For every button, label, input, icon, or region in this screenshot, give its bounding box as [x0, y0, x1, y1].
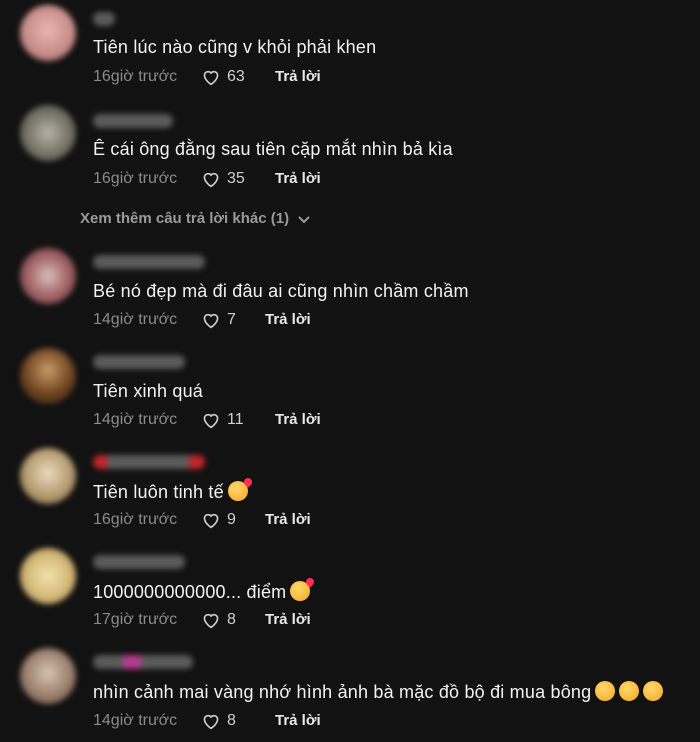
reply-button[interactable]: Trả lời [265, 311, 311, 328]
like-count: 7 [227, 311, 236, 328]
comment-meta: 16giờ trước 63 Trả lời [93, 68, 493, 90]
username-blurred[interactable] [93, 355, 185, 369]
chevron-down-icon [298, 215, 310, 223]
comment-time: 14giờ trước [93, 712, 178, 729]
view-more-replies[interactable]: Xem thêm câu trả lời khác (1) [80, 210, 311, 227]
avatar[interactable] [20, 448, 76, 504]
username-blurred[interactable] [93, 12, 115, 26]
comment-item: Tiên luôn tinh tế 16giờ trước 9 Trả lời [0, 443, 700, 543]
heart-icon [203, 313, 219, 329]
reply-button[interactable]: Trả lời [275, 68, 321, 85]
comment-item: 1000000000000... điểm 17giờ trước 8 Trả … [0, 543, 700, 643]
like-button[interactable]: 63 [201, 68, 245, 86]
comment-meta: 14giờ trước 8 Trả lời [93, 712, 493, 734]
smiling-face-with-hearts-icon [290, 581, 311, 601]
like-button[interactable]: 35 [201, 170, 245, 188]
comment-time: 17giờ trước [93, 611, 178, 628]
comment-meta: 17giờ trước 8 Trả lời [93, 611, 493, 633]
like-count: 9 [227, 511, 236, 528]
heart-icon [203, 613, 219, 629]
comment-text-content: Tiên luôn tinh tế [93, 482, 224, 502]
view-more-label: Xem thêm câu trả lời khác (1) [80, 210, 290, 227]
comment-text: Ê cái ông đằng sau tiên cặp mắt nhìn bả … [93, 139, 453, 159]
heart-icon [203, 513, 219, 529]
comment-text: Tiên lúc nào cũng v khỏi phải khen [93, 37, 377, 57]
like-count: 8 [227, 712, 236, 729]
rolling-laughing-face-icon [595, 681, 616, 701]
reply-button[interactable]: Trả lời [275, 170, 321, 187]
like-button[interactable]: 7 [201, 311, 236, 329]
reply-button[interactable]: Trả lời [265, 511, 311, 528]
comment-time: 16giờ trước [93, 511, 178, 528]
comment-text-content: nhìn cảnh mai vàng nhớ hình ảnh bà mặc đ… [93, 682, 592, 702]
avatar[interactable] [20, 5, 76, 61]
comment-item: Tiên xinh quá 14giờ trước 11 Trả lời [0, 343, 700, 443]
avatar[interactable] [20, 548, 76, 604]
comment-meta: 14giờ trước 11 Trả lời [93, 411, 493, 433]
comment-item: Tiên lúc nào cũng v khỏi phải khen 16giờ… [0, 0, 700, 100]
like-button[interactable]: 9 [201, 511, 236, 529]
comment-meta: 16giờ trước 35 Trả lời [93, 170, 493, 192]
avatar[interactable] [20, 248, 76, 304]
rolling-laughing-face-icon [619, 681, 640, 701]
like-count: 63 [227, 68, 245, 85]
comment-time: 16giờ trước [93, 170, 178, 187]
like-button[interactable]: 8 [201, 611, 236, 629]
comment-text: Bé nó đẹp mà đi đâu ai cũng nhìn chầm ch… [93, 281, 469, 301]
smiling-face-with-hearts-icon [227, 481, 248, 501]
like-count: 8 [227, 611, 236, 628]
reply-button[interactable]: Trả lời [275, 712, 321, 729]
comment-meta: 16giờ trước 9 Trả lời [93, 511, 493, 533]
comment-meta: 14giờ trước 7 Trả lời [93, 311, 493, 333]
avatar[interactable] [20, 648, 76, 704]
like-count: 35 [227, 170, 245, 187]
comment-text-content: 1000000000000... điểm [93, 582, 287, 602]
like-button[interactable]: 11 [201, 411, 244, 429]
avatar[interactable] [20, 105, 76, 161]
comment-time: 16giờ trước [93, 68, 178, 85]
reply-button[interactable]: Trả lời [265, 611, 311, 628]
username-blurred[interactable] [93, 255, 205, 269]
username-blurred[interactable] [93, 555, 185, 569]
username-blurred[interactable] [93, 655, 193, 669]
comment-item: nhìn cảnh mai vàng nhớ hình ảnh bà mặc đ… [0, 643, 700, 742]
reply-button[interactable]: Trả lời [275, 411, 321, 428]
rolling-laughing-face-icon [643, 681, 664, 701]
heart-icon [203, 172, 219, 188]
comment-item: Ê cái ông đằng sau tiên cặp mắt nhìn bả … [0, 100, 700, 200]
comment-text: nhìn cảnh mai vàng nhớ hình ảnh bà mặc đ… [93, 681, 664, 703]
username-blurred[interactable] [93, 455, 205, 469]
like-count: 11 [227, 411, 244, 428]
comment-text: 1000000000000... điểm [93, 581, 311, 603]
heart-icon [203, 70, 219, 86]
comment-text: Tiên xinh quá [93, 381, 204, 401]
comment-item: Bé nó đẹp mà đi đâu ai cũng nhìn chầm ch… [0, 243, 700, 343]
comment-text: Tiên luôn tinh tế [93, 481, 248, 503]
avatar[interactable] [20, 348, 76, 404]
heart-icon [203, 413, 219, 429]
comment-time: 14giờ trước [93, 311, 178, 328]
like-button[interactable]: 8 [201, 712, 236, 730]
username-blurred[interactable] [93, 114, 173, 128]
heart-icon [203, 714, 219, 730]
comment-time: 14giờ trước [93, 411, 178, 428]
